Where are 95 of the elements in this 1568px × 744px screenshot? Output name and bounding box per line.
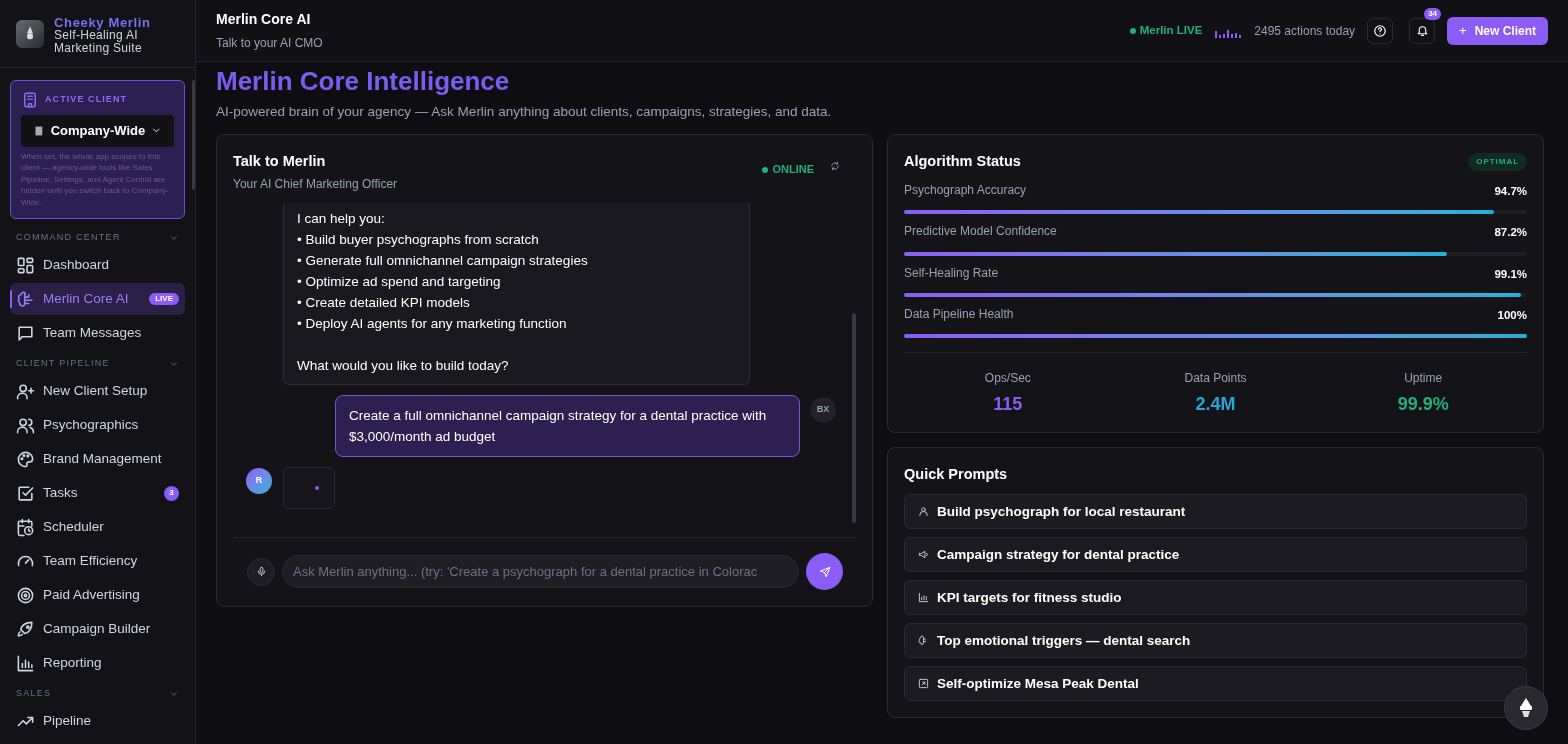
stat-label: Uptime [1404, 370, 1443, 387]
section-heading: COMMAND CENTER [16, 231, 121, 245]
palette-icon [16, 449, 35, 469]
new-client-button[interactable]: + New Client [1447, 16, 1548, 45]
section-heading: CLIENT PIPELINE [16, 357, 110, 371]
metric-value: 100% [1497, 307, 1527, 323]
nav-item[interactable]: Campaign Builder [10, 613, 185, 645]
assistant-fab[interactable] [1504, 686, 1548, 730]
client-select[interactable]: Company-Wide [21, 115, 174, 147]
bar-chart-icon [918, 591, 929, 603]
user-plus-icon [16, 381, 35, 401]
metric-label: Predictive Model Confidence [904, 224, 1057, 241]
metric-value: 99.1% [1494, 266, 1527, 282]
microphone-icon [255, 566, 267, 578]
nav-item[interactable]: Pipeline [10, 705, 185, 737]
microphone-button[interactable] [247, 557, 275, 586]
page-subtitle: AI-powered brain of your agency — Ask Merlin anything about clients, campaigns, strategies, and data. [216, 103, 833, 121]
count-badge: 3 [164, 485, 179, 501]
user-message: Create a full omnichannel campaign strategy for a dental practice with $3,000/month ad budget [335, 395, 801, 457]
nav-item[interactable]: Team Efficiency [10, 545, 185, 577]
checkbox-icon [16, 483, 35, 503]
stat-value: 115 [993, 393, 1023, 416]
metric-label: Psychograph Accuracy [904, 183, 1027, 199]
online-status: ONLINE [762, 161, 814, 178]
chat-subtitle: Your AI Chief Marketing Officer [233, 176, 398, 193]
brand-tagline: Self-Healing AI Marketing Suite [54, 29, 143, 55]
metric-label: Data Pipeline Health [904, 306, 1014, 323]
quick-prompt[interactable]: KPI targets for fitness studio [904, 579, 1527, 615]
calendar-clock-icon [16, 517, 35, 537]
bullet-item: • Deploy AI agents for any marketing function [297, 315, 568, 333]
bullet-item: • Generate full omnichannel campaign strategies [297, 252, 589, 270]
card-title: Quick Prompts [904, 465, 1009, 484]
card-title: Algorithm Status [904, 152, 1021, 172]
nav-item[interactable]: Brand Management [10, 443, 185, 475]
assistant-avatar: R [246, 468, 272, 494]
chat-title: Talk to Merlin [233, 152, 327, 172]
megaphone-icon [918, 548, 929, 560]
grid-icon [16, 255, 35, 275]
metric-value: 87.2% [1494, 225, 1527, 241]
bell-icon [1415, 24, 1429, 37]
nav-item[interactable]: Paid Advertising [10, 579, 185, 611]
bar-chart-icon [16, 653, 35, 673]
section-heading: SALES [16, 687, 52, 701]
target-icon [16, 585, 35, 605]
user-icon [918, 505, 929, 517]
bullet-item: • Build buyer psychographs from scratch [297, 231, 540, 249]
message-input[interactable]: Ask Merlin anything... (try: 'Create a psychograph for a dental practice in Colorac [282, 555, 799, 589]
help-button[interactable] [1367, 17, 1394, 44]
rocket-icon [16, 619, 35, 639]
building-icon [33, 124, 45, 137]
send-button[interactable] [806, 553, 843, 591]
stat-label: Data Points [1184, 370, 1247, 387]
header-title: Merlin Core AI [216, 10, 312, 29]
stat-value: 99.9% [1397, 393, 1449, 416]
page-title: Merlin Core Intelligence [216, 66, 511, 96]
typing-indicator [283, 467, 335, 509]
nav-item[interactable]: Dashboard [10, 249, 185, 281]
message-text: What would you like to build today? [297, 357, 510, 375]
bullet-item: • Create detailed KPI models [297, 294, 471, 312]
stat-value: 2.4M [1195, 393, 1236, 416]
quick-prompt[interactable]: Top emotional triggers — dental search [904, 622, 1527, 658]
nav-item[interactable]: New Client Setup [10, 375, 185, 407]
metric-value: 94.7% [1494, 184, 1527, 199]
chat-scrollbar[interactable] [852, 313, 856, 523]
chat-icon [16, 323, 35, 343]
brand-name: Cheeky Merlin [54, 16, 152, 29]
quick-prompt[interactable]: Self-optimize Mesa Peak Dental [904, 665, 1527, 701]
nav-item[interactable]: Reporting [10, 647, 185, 679]
refresh-icon [830, 161, 840, 172]
send-icon [818, 565, 831, 578]
live-status: Merlin LIVE [1129, 21, 1203, 40]
quick-prompt[interactable]: Campaign strategy for dental practice [904, 536, 1527, 572]
activity-bars-icon [1214, 27, 1243, 38]
stat-label: Ops/Sec [984, 370, 1031, 387]
building-icon [21, 91, 39, 109]
sidebar-scrollbar[interactable] [192, 80, 195, 190]
bullet-item: • Optimize ad spend and targeting [297, 273, 502, 291]
nav-item[interactable]: Scheduler [10, 511, 185, 543]
nav-item[interactable]: Team Messages [10, 317, 185, 349]
nav-item[interactable]: Tasks 3 [10, 477, 185, 509]
quick-prompt[interactable]: Build psychograph for local restaurant [904, 493, 1527, 529]
actions-count: 2495 actions today [1254, 22, 1356, 40]
help-icon [1373, 23, 1388, 38]
metric-label: Self-Healing Rate [904, 265, 999, 282]
user-avatar: BX [810, 397, 836, 423]
notification-badge: 34 [1424, 7, 1442, 20]
status-badge: OPTIMAL [1468, 153, 1527, 172]
nav-item[interactable]: Psychographics [10, 409, 185, 441]
refresh-button[interactable] [830, 161, 840, 172]
users-icon [16, 415, 35, 435]
message-text: I can help you: [297, 210, 386, 228]
header-subtitle: Talk to your AI CMO [216, 35, 323, 52]
active-client-label: ACTIVE CLIENT [45, 93, 128, 107]
live-badge: LIVE [149, 293, 179, 305]
nav-item[interactable]: Merlin Core AI LIVE [10, 283, 185, 315]
